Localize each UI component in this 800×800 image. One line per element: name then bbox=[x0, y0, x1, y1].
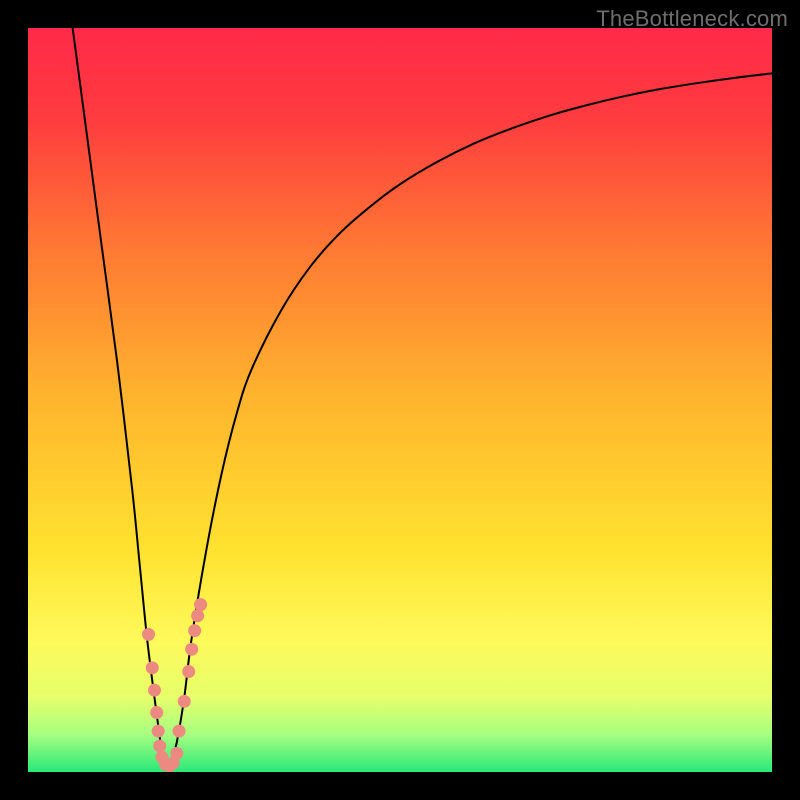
marker-right-markers bbox=[182, 665, 195, 678]
marker-right-markers bbox=[178, 695, 191, 708]
marker-right-markers bbox=[185, 643, 198, 656]
marker-right-markers bbox=[194, 598, 207, 611]
marker-right-markers bbox=[173, 725, 186, 738]
marker-left-markers bbox=[142, 628, 155, 641]
marker-right-markers bbox=[188, 624, 201, 637]
marker-right-markers bbox=[191, 609, 204, 622]
marker-left-markers bbox=[153, 739, 166, 752]
chart-frame: TheBottleneck.com bbox=[0, 0, 800, 800]
watermark-text: TheBottleneck.com bbox=[596, 6, 788, 32]
plot-area bbox=[28, 28, 772, 772]
marker-left-markers bbox=[148, 684, 161, 697]
marker-left-markers bbox=[146, 661, 159, 674]
chart-svg bbox=[28, 28, 772, 772]
marker-bottom-markers bbox=[170, 747, 183, 760]
marker-left-markers bbox=[150, 706, 163, 719]
gradient-background bbox=[28, 28, 772, 772]
marker-left-markers bbox=[152, 725, 165, 738]
